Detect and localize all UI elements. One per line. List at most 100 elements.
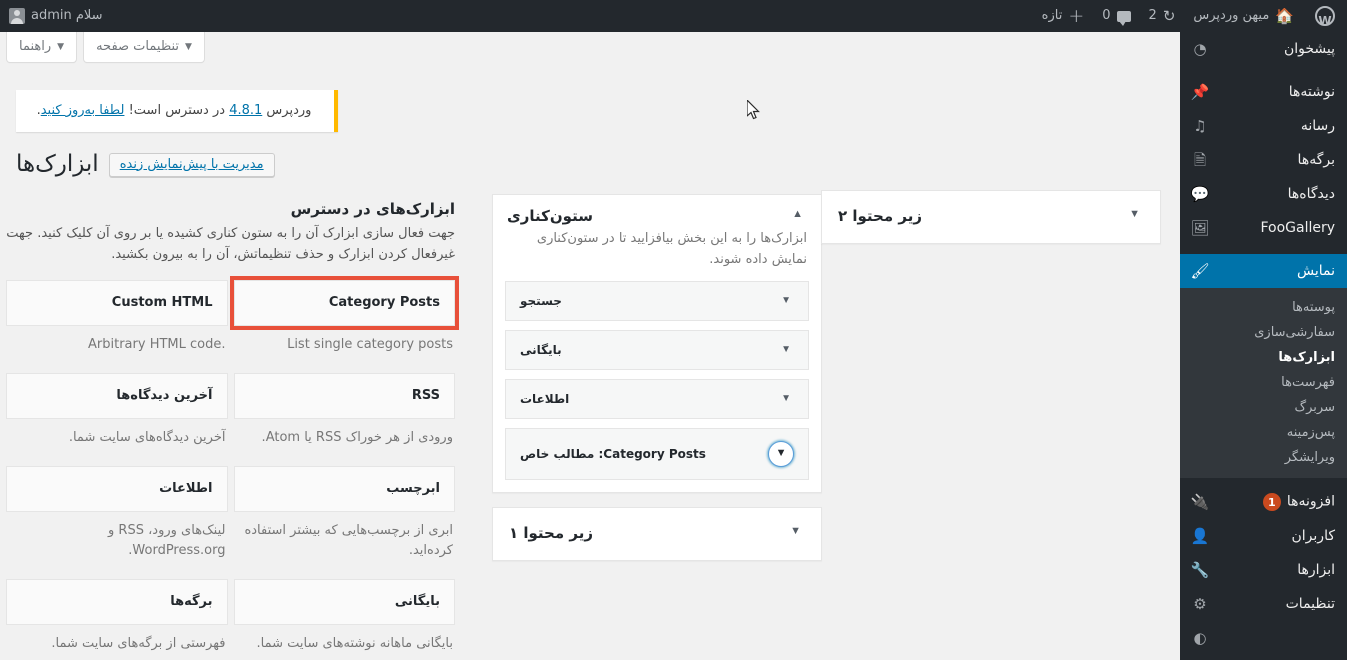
dashboard-icon: ◔ xyxy=(1193,39,1207,58)
comments-indicator[interactable]: 0 xyxy=(1093,0,1139,32)
sidebar-item-label: نمایش xyxy=(1296,263,1335,279)
available-widget-description: فهرستی از برگه‌های سایت شما. xyxy=(51,636,226,652)
sidebars-column-primary: ستون‌کناری ▲ ابزارک‌ها را به این بخش بیا… xyxy=(492,194,822,561)
available-widget-archives[interactable]: بایگانی xyxy=(233,579,455,626)
sidebar-widget-meta[interactable]: اطلاعات ▼ xyxy=(505,378,809,419)
widget-area-header[interactable]: زیر محتوا ۲ ▼ xyxy=(822,191,1160,243)
sidebar-widget-search[interactable]: جستجو ▼ xyxy=(505,280,809,321)
widget-area-below-content-1: زیر محتوا ۱ ▼ xyxy=(492,506,822,561)
available-widget-description: ابری از برچسب‌هایی که بیشتر استفاده کرده… xyxy=(244,522,453,559)
sidebar-item-dashboard[interactable]: ◔ پیشخوان xyxy=(1180,32,1347,66)
sidebar-item-label: تنظیمات xyxy=(1285,596,1335,612)
available-desc-line-1: جهت فعال سازی ابزارک آن را به ستون کناری… xyxy=(37,226,455,241)
available-widget-pages[interactable]: برگه‌ها xyxy=(6,579,228,626)
available-widget-cell: آخرین دیدگاه‌ها آخرین دیدگاه‌های سایت شم… xyxy=(0,372,228,466)
available-widget-custom-html[interactable]: Custom HTML xyxy=(6,279,228,326)
sidebar-item-users[interactable]: 👤 کاربران xyxy=(1180,519,1347,553)
comments-count: 0 xyxy=(1102,8,1111,23)
update-notice-middle: در دسترس است! xyxy=(128,103,226,118)
sidebar-item-comments[interactable]: 💬 دیدگاه‌ها xyxy=(1180,177,1347,211)
sidebar-item-settings[interactable]: ⚙ تنظیمات xyxy=(1180,587,1347,621)
page-title-row: ابزارک‌ها مدیریت با پیش‌نمایش زنده xyxy=(16,150,338,179)
widget-area-title: ستون‌کناری xyxy=(507,207,593,225)
chevron-down-icon[interactable]: ▼ xyxy=(778,343,794,357)
menu-separator xyxy=(1180,66,1347,75)
sidebar-item-foogallery[interactable]: 🖼 FooGallery xyxy=(1180,211,1347,245)
widget-area-header[interactable]: زیر محتوا ۱ ▼ xyxy=(493,508,821,560)
chevron-down-icon[interactable]: ▼ xyxy=(1125,207,1144,222)
wordpress-logo-icon[interactable] xyxy=(1303,0,1347,37)
sidebar-item-collapse[interactable]: ◐ xyxy=(1180,621,1347,655)
chevron-down-icon[interactable]: ▼ xyxy=(778,392,794,406)
chevron-down-icon[interactable]: ▼ xyxy=(786,524,805,539)
submenu-item-editor[interactable]: ویرایشگر xyxy=(1180,445,1347,470)
admin-bar: 🏠 میهن وردپرس ↻ 2 0 + تازه سلام admin xyxy=(0,0,1347,37)
submenu-item-header[interactable]: سربرگ xyxy=(1180,395,1347,420)
sidebar-item-appearance[interactable]: 🖌 نمایش xyxy=(1180,254,1347,288)
sidebar-item-plugins[interactable]: 🔌 افزونه‌ها 1 xyxy=(1180,485,1347,519)
submenu-item-themes[interactable]: پوسته‌ها xyxy=(1180,295,1347,320)
submenu-item-widgets[interactable]: ابزارک‌ها xyxy=(1180,345,1347,370)
collapse-icon: ◐ xyxy=(1193,628,1207,647)
updates-indicator[interactable]: ↻ 2 xyxy=(1140,0,1185,32)
sidebar-widget-title: اطلاعات xyxy=(520,391,570,406)
sidebar-item-pages[interactable]: 🗎 برگه‌ها xyxy=(1180,143,1347,177)
sidebars-column-secondary: زیر محتوا ۲ ▼ xyxy=(821,190,1161,244)
user-avatar-icon xyxy=(9,8,25,24)
update-action-link[interactable]: لطفا به‌روز کنید xyxy=(41,103,125,118)
sidebar-item-tools[interactable]: 🔧 ابزارها xyxy=(1180,553,1347,587)
available-widget-category-posts[interactable]: Category Posts xyxy=(229,275,459,330)
new-content-menu[interactable]: + تازه xyxy=(1033,0,1094,32)
available-widget-cell: برگه‌ها فهرستی از برگه‌های سایت شما. xyxy=(0,579,228,660)
update-version-link[interactable]: 4.8.1 xyxy=(229,103,262,118)
manage-with-live-preview-button[interactable]: مدیریت با پیش‌نمایش زنده xyxy=(108,152,275,177)
submenu-item-customize[interactable]: سفارشی‌سازی xyxy=(1180,320,1347,345)
screen-meta-links: ▼ راهنما ▼ تنظیمات صفحه xyxy=(0,32,205,63)
sidebar-item-media[interactable]: ♫ رسانه xyxy=(1180,109,1347,143)
help-tab-button[interactable]: ▼ راهنما xyxy=(6,32,78,63)
chevron-down-icon[interactable]: ▼ xyxy=(768,440,794,467)
chevron-up-icon[interactable]: ▲ xyxy=(788,207,807,222)
updates-count: 2 xyxy=(1148,8,1157,23)
plugins-update-badge: 1 xyxy=(1262,493,1281,511)
available-widget-description: .Arbitrary HTML code xyxy=(88,336,226,352)
available-widget-rss[interactable]: RSS xyxy=(233,372,455,419)
available-widget-description: بایگانی ماهانه نوشته‌های سایت شما. xyxy=(256,636,454,652)
available-widget-meta[interactable]: اطلاعات xyxy=(6,465,228,512)
sidebar-widget-archives[interactable]: بایگانی ▼ xyxy=(505,329,809,370)
gallery-icon: 🖼 xyxy=(1190,218,1210,237)
help-tab-label: راهنما xyxy=(19,39,52,54)
available-widget-recent-comments[interactable]: آخرین دیدگاه‌ها xyxy=(6,372,228,419)
sidebar-item-label: رسانه xyxy=(1300,118,1335,134)
sidebar-item-label: کاربران xyxy=(1291,528,1335,544)
sidebar-item-label: ابزارها xyxy=(1297,562,1335,578)
widget-area-header[interactable]: ستون‌کناری ▲ xyxy=(493,195,821,229)
sidebar-widget-title: Category Posts: مطالب خاص xyxy=(520,446,706,461)
submenu-item-background[interactable]: پس‌زمینه xyxy=(1180,420,1347,445)
my-account-menu[interactable]: سلام admin xyxy=(0,0,112,32)
screen-options-button[interactable]: ▼ تنظیمات صفحه xyxy=(83,32,205,63)
available-widget-cell: RSS ورودی از هر خوراک RSS یا Atom. xyxy=(228,372,455,466)
submenu-item-menus[interactable]: فهرست‌ها xyxy=(1180,370,1347,395)
page-icon: 🗎 xyxy=(1193,150,1207,169)
available-widget-description: آخرین دیدگاه‌های سایت شما. xyxy=(68,429,226,445)
wordpress-mark-icon xyxy=(1315,5,1335,37)
sidebar-item-label: نوشته‌ها xyxy=(1288,84,1335,100)
widget-area-sidebar: ستون‌کناری ▲ ابزارک‌ها را به این بخش بیا… xyxy=(492,194,822,493)
sidebar-widget-category-posts[interactable]: Category Posts: مطالب خاص ▼ xyxy=(505,427,809,480)
page-title: ابزارک‌ها xyxy=(16,151,99,177)
appearance-submenu: پوسته‌ها سفارشی‌سازی ابزارک‌ها فهرست‌ها … xyxy=(1180,288,1347,478)
pin-icon: 📌 xyxy=(1190,82,1210,101)
available-widget-tag-cloud[interactable]: ابرچسب xyxy=(233,465,455,512)
tools-wrench-icon: 🔧 xyxy=(1190,560,1210,579)
page-content-wrap: ▼ راهنما ▼ تنظیمات صفحه وردپرس 4.8.1 در … xyxy=(0,32,1180,660)
appearance-brush-icon: 🖌 xyxy=(1190,261,1210,280)
sidebar-item-posts[interactable]: 📌 نوشته‌ها xyxy=(1180,75,1347,109)
chevron-down-icon: ▼ xyxy=(185,41,192,52)
chevron-down-icon[interactable]: ▼ xyxy=(778,294,794,308)
admin-bar-right-group: 🏠 میهن وردپرس ↻ 2 0 + تازه xyxy=(1033,0,1347,37)
sidebar-item-label: پیشخوان xyxy=(1283,41,1335,57)
sidebar-widget-title: جستجو xyxy=(520,293,562,308)
plugins-label: افزونه‌ها xyxy=(1286,493,1335,510)
site-name-menu[interactable]: 🏠 میهن وردپرس xyxy=(1184,0,1303,32)
